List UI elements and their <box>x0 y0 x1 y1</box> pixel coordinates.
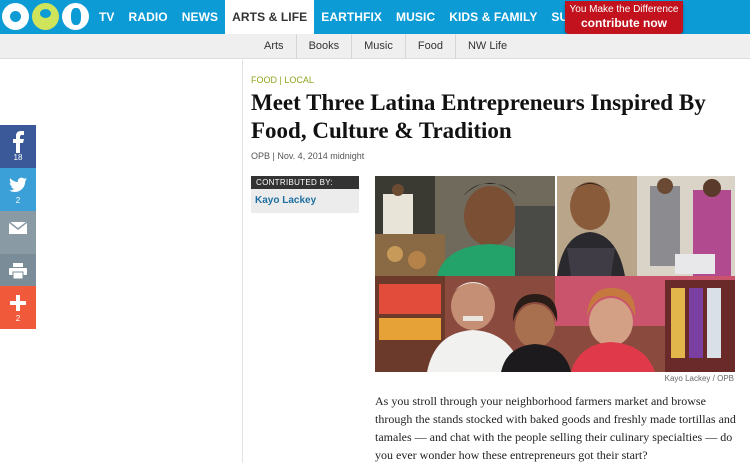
email-share-button[interactable] <box>0 211 36 254</box>
contribute-tagline: You Make the Difference <box>569 4 679 15</box>
subnav-item-music[interactable]: Music <box>351 34 405 59</box>
contribute-now-button[interactable]: You Make the Difference contribute now <box>565 1 683 34</box>
facebook-share-count: 18 <box>13 153 23 162</box>
subnav-item-food[interactable]: Food <box>404 34 455 59</box>
plus-icon <box>10 295 26 311</box>
article-title: Meet Three Latina Entrepreneurs Inspired… <box>251 90 706 143</box>
contribute-label: contribute now <box>581 16 667 30</box>
logo-letter-b <box>62 3 89 30</box>
contributor-link[interactable]: Kayo Lackey <box>251 189 359 206</box>
contributed-by-box: CONTRIBUTED BY: Kayo Lackey <box>251 176 359 213</box>
more-share-count: 2 <box>15 314 21 323</box>
logo-letter-p <box>32 3 59 30</box>
subnav-item-arts[interactable]: Arts <box>252 34 296 59</box>
sub-navigation-bar: Arts Books Music Food NW Life <box>0 34 750 59</box>
nav-item-kids-family[interactable]: KIDS & FAMILY <box>442 0 544 34</box>
printer-icon <box>9 263 27 280</box>
top-navigation-bar: TV RADIO NEWS ARTS & LIFE EARTHFIX MUSIC… <box>0 0 750 34</box>
facebook-icon <box>13 131 24 153</box>
nav-item-earthfix[interactable]: EARTHFIX <box>314 0 389 34</box>
opb-logo[interactable] <box>0 0 92 34</box>
subnav-item-nw-life[interactable]: NW Life <box>454 34 519 59</box>
contributed-by-label: CONTRIBUTED BY: <box>251 176 359 189</box>
column-divider <box>242 60 243 463</box>
mail-icon <box>9 221 27 234</box>
photo-credit: Kayo Lackey / OPB <box>664 374 734 383</box>
main-nav: TV RADIO NEWS ARTS & LIFE EARTHFIX MUSIC… <box>92 0 617 34</box>
article-photo-image <box>375 176 735 372</box>
nav-item-music[interactable]: MUSIC <box>389 0 442 34</box>
nav-item-radio[interactable]: RADIO <box>122 0 175 34</box>
nav-item-tv[interactable]: TV <box>92 0 122 34</box>
nav-item-news[interactable]: NEWS <box>175 0 225 34</box>
article-byline: OPB | Nov. 4, 2014 midnight <box>251 151 365 161</box>
article-category[interactable]: FOOD | LOCAL <box>251 75 314 85</box>
more-share-button[interactable]: 2 <box>0 286 36 329</box>
article-body-paragraph: As you stroll through your neighborhood … <box>375 394 736 462</box>
logo-letter-o <box>2 3 29 30</box>
twitter-share-count: 2 <box>15 196 21 205</box>
twitter-icon <box>9 177 27 193</box>
twitter-share-button[interactable]: 2 <box>0 168 36 211</box>
facebook-share-button[interactable]: 18 <box>0 125 36 168</box>
subnav-item-books[interactable]: Books <box>295 34 352 59</box>
nav-item-arts-life[interactable]: ARTS & LIFE <box>225 0 315 34</box>
article-photo <box>375 176 735 372</box>
